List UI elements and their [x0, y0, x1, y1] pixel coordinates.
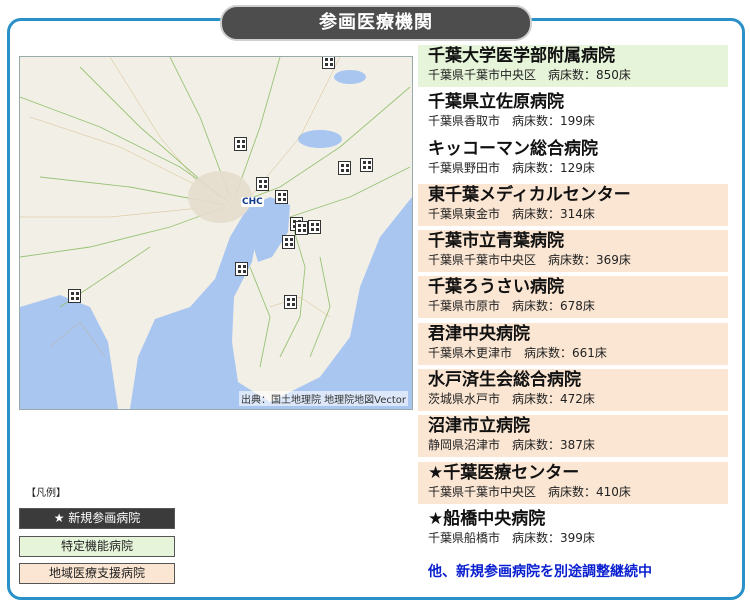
hospital-info: 静岡県沼津市 病床数：387床 [428, 437, 728, 453]
hospital-name: ★千葉医療センター [428, 462, 580, 483]
hospital-item[interactable]: 千葉市立青葉病院 千葉県千葉市中央区 病床数：369床 [418, 230, 728, 273]
hospital-location: 千葉県香取市 [428, 114, 501, 129]
hospital-name: 千葉県立佐原病院 [428, 92, 564, 113]
hospital-beds: 病床数：314床 [512, 206, 595, 221]
hospital-info: 千葉県千葉市中央区 病床数：850床 [428, 67, 728, 83]
hospital-location: 千葉県船橋市 [428, 530, 501, 545]
hospital-item[interactable]: 君津中央病院 千葉県木更津市 病床数：661床 [418, 322, 728, 365]
hospital-item[interactable]: 千葉大学医学部附属病院 千葉県千葉市中央区 病床数：850床 [418, 45, 728, 87]
hospital-name: 千葉大学医学部附属病院 [428, 46, 615, 66]
hospital-name: 千葉ろうさい病院 [428, 277, 564, 298]
hospital-marker[interactable] [322, 57, 335, 69]
hospital-marker[interactable] [68, 289, 81, 303]
map-credit: 出典：国土地理院 地理院地図Vector [238, 391, 408, 406]
hospital-info: 千葉県千葉市中央区 病床数：410床 [428, 484, 728, 500]
footer-note: 他、新規参画病院を別途調整継続中 [428, 564, 652, 580]
hospital-name: キッコーマン総合病院 [428, 138, 598, 159]
hospital-location: 静岡県沼津市 [428, 438, 501, 453]
hospital-marker[interactable] [295, 221, 308, 235]
hospital-marker[interactable] [256, 177, 269, 191]
hospital-info: 千葉県木更津市 病床数：661床 [428, 345, 728, 361]
hospital-name: 千葉市立青葉病院 [428, 231, 564, 252]
hospital-info: 千葉県香取市 病床数：199床 [428, 113, 728, 129]
hospital-info: 千葉県市原市 病床数：678床 [428, 298, 728, 314]
hospital-marker[interactable] [308, 220, 321, 234]
map-background [20, 57, 412, 409]
hospital-location: 千葉県千葉市中央区 [428, 253, 537, 268]
hospital-marker[interactable] [282, 235, 295, 249]
hospital-location: 千葉県千葉市中央区 [428, 484, 537, 499]
hospital-marker[interactable] [338, 161, 351, 175]
hospital-beds: 病床数：369床 [548, 253, 631, 268]
chc-logo: CHC [241, 197, 264, 207]
hospital-info: 千葉県船橋市 病床数：399床 [428, 530, 728, 546]
legend-title: 【凡例】 [26, 488, 66, 499]
hospital-map[interactable]: CHC 出典：国土地理院 地理院地図Vector [19, 56, 413, 410]
hospital-location: 千葉県千葉市中央区 [428, 68, 537, 82]
hospital-name: 東千葉メディカルセンター [428, 184, 631, 205]
hospital-info: 千葉県東金市 病床数：314床 [428, 206, 728, 222]
hospital-item[interactable]: 水戸済生会総合病院 茨城県水戸市 病床数：472床 [418, 369, 728, 412]
legend-regional-support: 地域医療支援病院 [19, 563, 175, 584]
hospital-beds: 病床数：678床 [512, 299, 595, 314]
hospital-beds: 病床数：399床 [512, 530, 595, 545]
hospital-marker[interactable] [234, 137, 247, 151]
page-title: 参画医療機関 [220, 5, 532, 41]
legend-new-hospital: ★ 新規参画病院 [19, 508, 175, 529]
hospital-info: 茨城県水戸市 病床数：472床 [428, 391, 728, 407]
hospital-item[interactable]: 千葉ろうさい病院 千葉県市原市 病床数：678床 [418, 276, 728, 319]
hospital-location: 千葉県東金市 [428, 206, 501, 221]
hospital-beds: 病床数：472床 [512, 392, 595, 407]
hospital-name: ★船橋中央病院 [428, 508, 546, 529]
hospital-name: 水戸済生会総合病院 [428, 370, 581, 391]
hospital-marker[interactable] [284, 295, 297, 309]
legend-special-function: 特定機能病院 [19, 536, 175, 557]
hospital-beds: 病床数：850床 [548, 68, 631, 82]
hospital-beds: 病床数：199床 [512, 114, 595, 129]
hospital-name: 君津中央病院 [428, 323, 530, 344]
hospital-marker[interactable] [360, 158, 373, 172]
hospital-list: 千葉大学医学部附属病院 千葉県千葉市中央区 病床数：850床 千葉県立佐原病院 … [418, 45, 728, 554]
hospital-name: 沼津市立病院 [428, 416, 530, 437]
hospital-beds: 病床数：387床 [512, 438, 595, 453]
hospital-location: 千葉県木更津市 [428, 345, 513, 360]
hospital-marker[interactable] [275, 190, 288, 204]
hospital-location: 茨城県水戸市 [428, 392, 501, 407]
hospital-item[interactable]: ★船橋中央病院 千葉県船橋市 病床数：399床 [418, 508, 728, 550]
hospital-info: 千葉県野田市 病床数：129床 [428, 160, 728, 176]
hospital-item[interactable]: 千葉県立佐原病院 千葉県香取市 病床数：199床 [418, 91, 728, 133]
hospital-info: 千葉県千葉市中央区 病床数：369床 [428, 252, 728, 268]
hospital-beds: 病床数：410床 [548, 484, 631, 499]
hospital-item[interactable]: ★千葉医療センター 千葉県千葉市中央区 病床数：410床 [418, 461, 728, 504]
hospital-item[interactable]: 沼津市立病院 静岡県沼津市 病床数：387床 [418, 415, 728, 458]
hospital-location: 千葉県市原市 [428, 299, 501, 314]
hospital-location: 千葉県野田市 [428, 160, 501, 175]
hospital-item[interactable]: キッコーマン総合病院 千葉県野田市 病床数：129床 [418, 138, 728, 180]
hospital-marker[interactable] [235, 262, 248, 276]
hospital-beds: 病床数：129床 [512, 160, 595, 175]
hospital-beds: 病床数：661床 [524, 345, 607, 360]
hospital-item[interactable]: 東千葉メディカルセンター 千葉県東金市 病床数：314床 [418, 183, 728, 226]
